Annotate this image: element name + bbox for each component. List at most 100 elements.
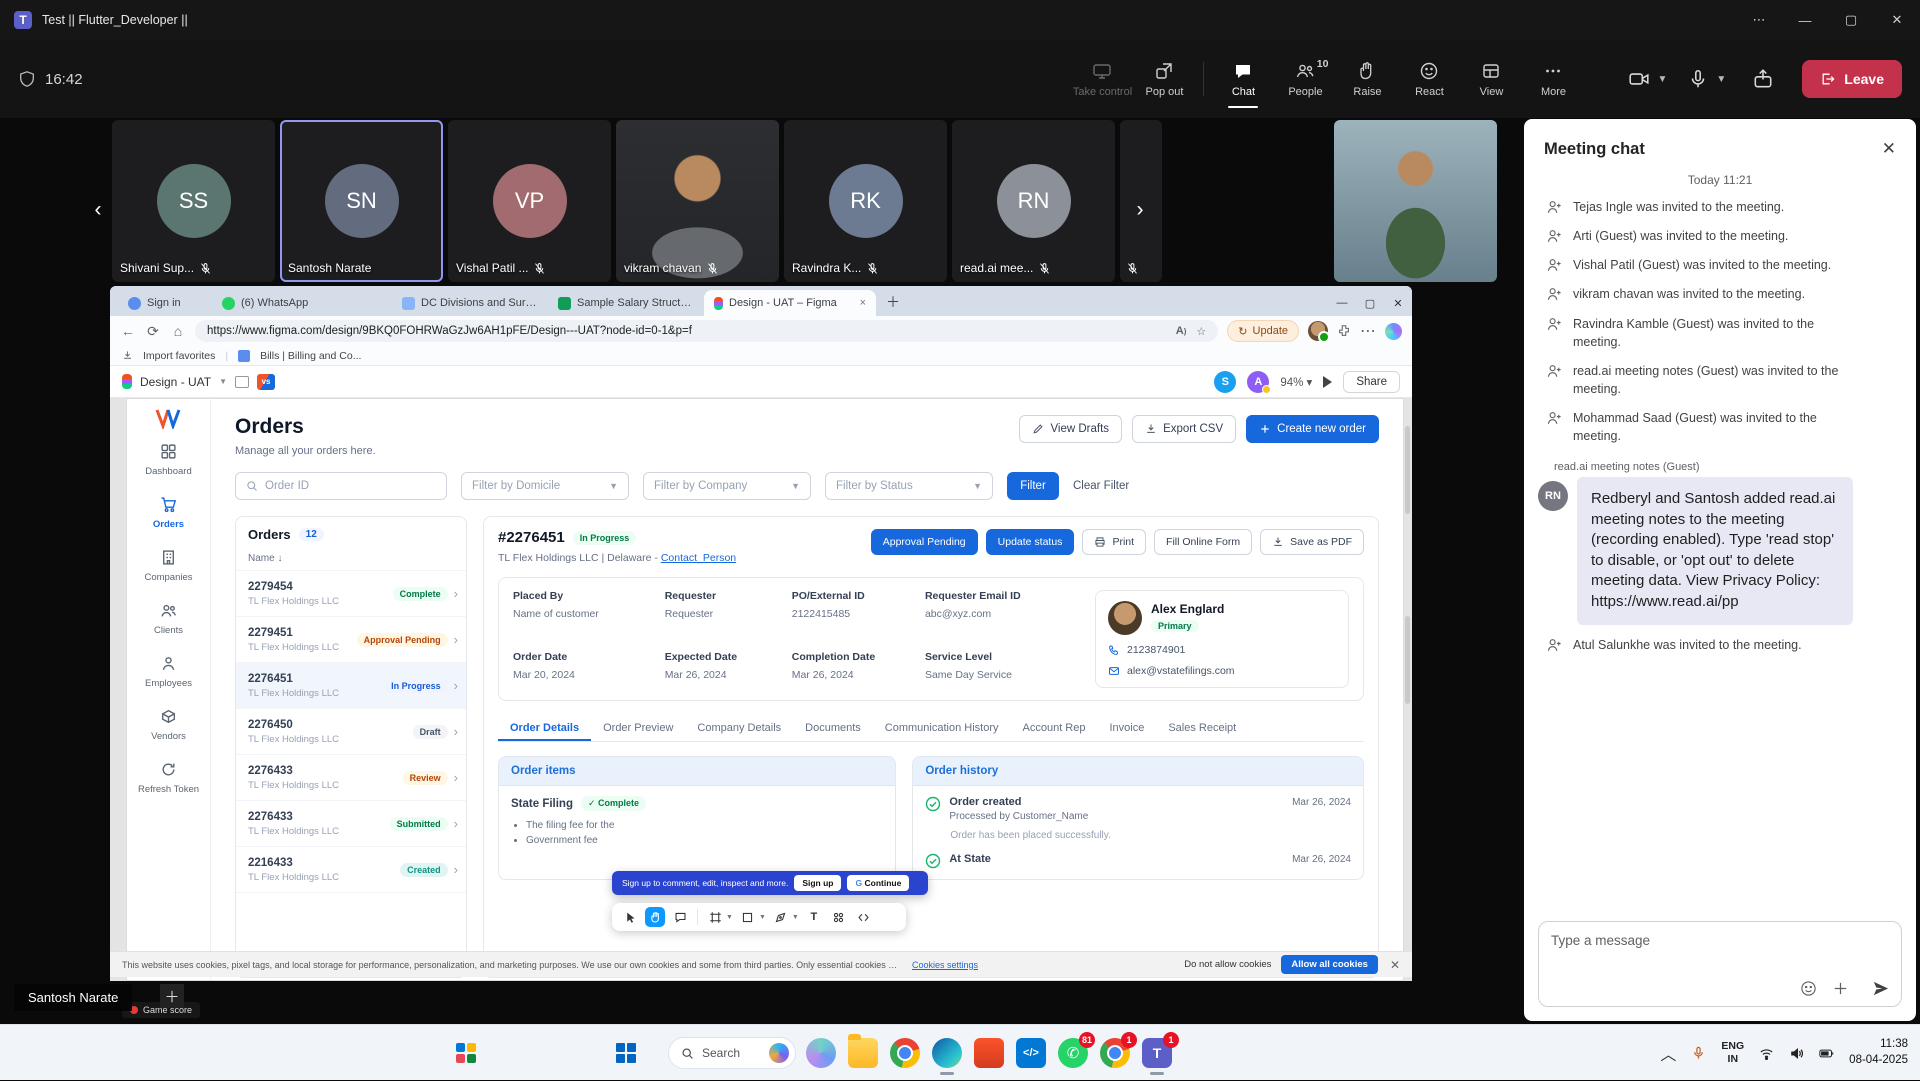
sidebar-item-orders[interactable]: Orders (129, 496, 209, 530)
filter-status-select[interactable]: Filter by Status▼ (825, 472, 993, 500)
export-csv-button[interactable]: Export CSV (1132, 415, 1236, 443)
deny-cookies-button[interactable]: Do not allow cookies (1184, 959, 1271, 970)
print-button[interactable]: Print (1082, 529, 1146, 555)
emoji-icon[interactable] (1800, 980, 1817, 997)
dev-mode-icon[interactable] (854, 907, 874, 927)
camera-dropdown-chevron[interactable]: ▼ (1657, 74, 1667, 85)
sidebar-item-companies[interactable]: Companies (129, 549, 209, 583)
home-icon[interactable]: ⌂ (170, 323, 186, 339)
raise-hand-button[interactable]: Raise (1336, 47, 1398, 111)
name-column-header[interactable]: Name ↓ (236, 549, 466, 571)
tray-mic-icon[interactable] (1691, 1046, 1706, 1061)
chevron-down-icon[interactable]: ▼ (792, 914, 799, 921)
browser-tab-sheet[interactable]: Sample Salary Structure with cal... (548, 290, 704, 316)
view-drafts-button[interactable]: View Drafts (1019, 415, 1122, 443)
vscode-app-icon[interactable]: </> (1016, 1038, 1046, 1068)
tab-documents[interactable]: Documents (793, 715, 873, 741)
figma-file-name[interactable]: Design - UAT (140, 375, 211, 389)
tray-clock[interactable]: 11:3808-04-2025 (1849, 1037, 1908, 1068)
send-icon[interactable] (1872, 980, 1889, 997)
shape-tool-icon[interactable] (738, 907, 758, 927)
sign-up-button[interactable]: Sign up (794, 875, 841, 891)
strip-prev-button[interactable]: ‹ (84, 196, 112, 224)
mic-dropdown-chevron[interactable]: ▼ (1716, 74, 1726, 85)
view-button[interactable]: View (1460, 47, 1522, 111)
wifi-icon[interactable] (1759, 1046, 1774, 1061)
extensions-puzzle-icon[interactable] (1337, 324, 1351, 338)
strip-next-button[interactable]: › (1126, 196, 1154, 224)
battery-icon[interactable] (1819, 1046, 1834, 1061)
order-row[interactable]: 2276433TL Flex Holdings LLC Review › (236, 755, 466, 801)
camera-button[interactable]: ▼ (1628, 68, 1667, 90)
file-explorer-icon[interactable] (848, 1038, 878, 1068)
refresh-icon[interactable]: ⟳ (145, 323, 161, 340)
participant-tile[interactable]: vikram chavan (616, 120, 779, 282)
chat-button[interactable]: Chat (1212, 47, 1274, 111)
sidebar-item-vendors[interactable]: Vendors (129, 708, 209, 742)
read-aloud-icon[interactable]: A) (1176, 325, 1187, 337)
sidebar-item-employees[interactable]: Employees (129, 655, 209, 689)
filter-company-select[interactable]: Filter by Company▼ (643, 472, 811, 500)
window-minimize-button[interactable]: — (1782, 0, 1828, 40)
resources-tool-icon[interactable] (829, 907, 849, 927)
canvas-scrollbar[interactable] (1405, 426, 1410, 514)
create-new-order-button[interactable]: Create new order (1246, 415, 1379, 443)
tab-order-preview[interactable]: Order Preview (591, 715, 685, 741)
file-dropdown-chevron[interactable]: ▼ (219, 377, 227, 386)
save-as-pdf-button[interactable]: Save as PDF (1260, 529, 1364, 555)
participant-tile[interactable]: RK Ravindra K... (784, 120, 947, 282)
browser-tab-dc[interactable]: DC Divisions and Surroundings (392, 290, 548, 316)
browser-scrollbar[interactable] (1405, 616, 1410, 704)
mic-button[interactable]: ▼ (1687, 68, 1726, 90)
widgets-icon[interactable] (452, 1039, 480, 1067)
collaborator-avatar[interactable]: A (1247, 371, 1269, 393)
order-row[interactable]: 2276450TL Flex Holdings LLC Draft › (236, 709, 466, 755)
collaborator-avatar[interactable]: S (1214, 371, 1236, 393)
taskbar-search[interactable] (668, 1037, 796, 1069)
volume-icon[interactable] (1789, 1046, 1804, 1061)
order-row[interactable]: 2279451TL Flex Holdings LLC Approval Pen… (236, 617, 466, 663)
participant-tile[interactable]: RN read.ai mee... (952, 120, 1115, 282)
order-row[interactable]: 2279454TL Flex Holdings LLC Complete › (236, 571, 466, 617)
browser-more-icon[interactable]: ⋯ (1360, 321, 1376, 341)
tab-account-rep[interactable]: Account Rep (1011, 715, 1098, 741)
browser-minimize-button[interactable]: — (1328, 290, 1356, 316)
name-tag-expand-button[interactable]: ＋ (160, 984, 184, 1008)
chat-close-icon[interactable]: ✕ (1882, 139, 1896, 159)
chat-message-input[interactable] (1551, 933, 1889, 948)
chrome-profile-app-icon[interactable]: 1 (1100, 1038, 1130, 1068)
move-tool-icon[interactable] (620, 907, 640, 927)
attach-plus-icon[interactable] (1832, 980, 1849, 997)
more-button[interactable]: More (1522, 47, 1584, 111)
pen-tool-icon[interactable] (771, 907, 791, 927)
order-row[interactable]: 2216433TL Flex Holdings LLC Created › (236, 847, 466, 893)
participant-tile[interactable]: VP Vishal Patil ... (448, 120, 611, 282)
brave-app-icon[interactable] (974, 1038, 1004, 1068)
tab-close-icon[interactable]: × (860, 297, 866, 309)
allow-cookies-button[interactable]: Allow all cookies (1281, 955, 1378, 974)
new-tab-button[interactable]: ＋ (886, 292, 900, 312)
taskbar-search-input[interactable] (702, 1046, 760, 1060)
bills-favorite-link[interactable]: Bills | Billing and Co... (260, 350, 361, 362)
tab-order-details[interactable]: Order Details (498, 715, 591, 741)
cookie-close-icon[interactable]: ✕ (1390, 958, 1400, 972)
leave-button[interactable]: Leave (1802, 60, 1902, 98)
hand-tool-icon[interactable] (645, 907, 665, 927)
chrome-app-icon[interactable] (890, 1038, 920, 1068)
window-more-button[interactable]: ⋯ (1736, 0, 1782, 40)
participant-tile[interactable]: SS Shivani Sup... (112, 120, 275, 282)
browser-tab-whatsapp[interactable]: (6) WhatsApp (212, 290, 392, 316)
share-screen-button[interactable] (1752, 68, 1774, 90)
comment-tool-icon[interactable] (670, 907, 690, 927)
chevron-down-icon[interactable]: ▼ (726, 914, 733, 921)
browser-update-button[interactable]: ↻ Update (1227, 320, 1299, 342)
participant-tile[interactable]: SN Santosh Narate (280, 120, 443, 282)
tray-chevron-up-icon[interactable]: ︿ (1660, 1041, 1676, 1065)
edge-app-icon[interactable] (932, 1038, 962, 1068)
start-button[interactable] (612, 1039, 640, 1067)
back-icon[interactable]: ← (120, 323, 136, 339)
window-close-button[interactable]: ✕ (1874, 0, 1920, 40)
sidebar-item-dashboard[interactable]: Dashboard (129, 443, 209, 477)
sidebar-item-clients[interactable]: Clients (129, 602, 209, 636)
chat-input-box[interactable] (1538, 921, 1902, 1007)
